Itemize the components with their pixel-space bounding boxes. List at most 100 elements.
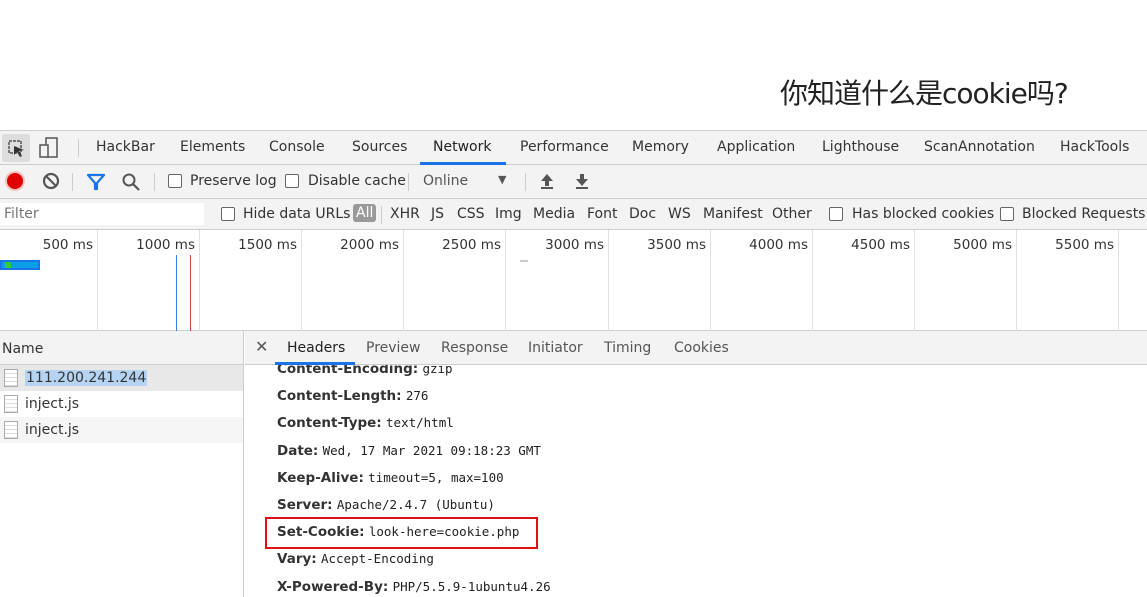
header-value: Accept-Encoding (320, 551, 434, 566)
timeline-tick-label: 3500 ms (647, 237, 706, 253)
detail-tab-response[interactable]: Response (441, 340, 508, 356)
file-icon (4, 395, 18, 413)
detail-tab-cookies[interactable]: Cookies (674, 340, 729, 356)
blocked-requests-checkbox[interactable] (1000, 207, 1014, 221)
name-column-header[interactable]: Name (0, 331, 243, 365)
header-value: Wed, 17 Mar 2021 09:18:23 GMT (322, 443, 541, 458)
tab-performance[interactable]: Performance (520, 139, 609, 155)
tab-scanannotation[interactable]: ScanAnnotation (924, 139, 1035, 155)
timeline-tick-label: 3000 ms (545, 237, 604, 253)
timeline-tick-label: 500 ms (42, 237, 93, 253)
response-header-row: Server: Apache/2.4.7 (Ubuntu) (277, 497, 495, 513)
header-name: Content-Length: (277, 388, 402, 404)
request-name: 111.200.241.244 (25, 370, 148, 386)
header-name: Vary: (277, 551, 317, 567)
header-name: Date: (277, 443, 319, 459)
hide-data-urls-label: Hide data URLs (243, 206, 351, 222)
filter-type-other[interactable]: Other (772, 206, 812, 222)
highlight-box (265, 517, 538, 549)
hide-data-urls-checkbox[interactable] (221, 207, 235, 221)
timeline-gridline (1118, 230, 1119, 331)
filter-icon[interactable] (86, 173, 106, 195)
tab-elements[interactable]: Elements (180, 139, 245, 155)
file-icon (4, 369, 18, 387)
tab-application[interactable]: Application (717, 139, 795, 155)
filter-type-xhr[interactable]: XHR (390, 206, 420, 222)
filter-type-all[interactable]: All (353, 204, 377, 222)
timeline-gridline (199, 230, 200, 331)
detail-tab-headers[interactable]: Headers (287, 340, 345, 356)
network-overview-timeline[interactable]: 500 ms 1000 ms 1500 ms 2000 ms 2500 ms 3000 m… (0, 230, 1147, 331)
filter-type-js[interactable]: JS (431, 206, 444, 222)
request-name: inject.js (25, 396, 80, 412)
blocked-requests-label: Blocked Requests (1022, 206, 1146, 222)
filter-type-img[interactable]: Img (495, 206, 522, 222)
devtools-tab-bar: HackBar Elements Console Sources Network Perf… (0, 130, 1147, 165)
header-value: PHP/5.5.9-1ubuntu4.26 (392, 579, 551, 594)
disable-cache-checkbox[interactable] (285, 174, 299, 188)
tab-console[interactable]: Console (269, 139, 325, 155)
response-header-row: X-Powered-By: PHP/5.5.9-1ubuntu4.26 (277, 579, 551, 595)
divider (381, 206, 382, 224)
detail-tab-preview[interactable]: Preview (366, 340, 421, 356)
has-blocked-cookies-checkbox[interactable] (829, 207, 843, 221)
request-list: Name 111.200.241.244 inject.js inject.js (0, 331, 244, 597)
filter-type-ws[interactable]: WS (668, 206, 691, 222)
request-bar (0, 260, 40, 270)
response-header-row: Vary: Accept-Encoding (277, 551, 434, 567)
filter-bar: Hide data URLs All XHR JS CSS Img Media Font Do… (0, 199, 1147, 230)
header-value: 276 (405, 388, 429, 403)
header-value: Apache/2.4.7 (Ubuntu) (336, 497, 495, 512)
request-row[interactable]: 111.200.241.244 (0, 365, 243, 391)
timeline-gridline (812, 230, 813, 331)
file-icon (4, 421, 18, 439)
tab-hackbar[interactable]: HackBar (96, 139, 155, 155)
load-line (190, 255, 191, 331)
timeline-tick-label: 1500 ms (238, 237, 297, 253)
tab-hacktools[interactable]: HackTools (1060, 139, 1129, 155)
timeline-tick-label: 2500 ms (442, 237, 501, 253)
response-header-row: Date: Wed, 17 Mar 2021 09:18:23 GMT (277, 443, 541, 459)
tab-memory[interactable]: Memory (632, 139, 689, 155)
export-har-icon[interactable] (574, 172, 590, 194)
timeline-gridline (505, 230, 506, 331)
record-button[interactable] (7, 173, 23, 189)
filter-type-css[interactable]: CSS (457, 206, 485, 222)
detail-tab-initiator[interactable]: Initiator (528, 340, 583, 356)
header-name: Content-Type: (277, 415, 382, 431)
detail-tab-timing[interactable]: Timing (604, 340, 651, 356)
tab-sources[interactable]: Sources (352, 139, 407, 155)
throttling-select[interactable]: Online ▼ (418, 170, 513, 194)
timeline-gridline (97, 230, 98, 331)
close-icon[interactable]: ✕ (255, 337, 268, 356)
filter-type-doc[interactable]: Doc (629, 206, 656, 222)
clear-button[interactable] (42, 172, 60, 194)
response-header-row: Content-Length: 276 (277, 388, 428, 404)
page-heading: 你知道什么是cookie吗? (780, 77, 1069, 110)
throttling-value: Online (423, 173, 469, 189)
header-name: X-Powered-By: (277, 579, 389, 595)
request-row[interactable]: inject.js (0, 417, 243, 443)
tab-lighthouse[interactable]: Lighthouse (822, 139, 899, 155)
timeline-gridline (1016, 230, 1017, 331)
import-har-icon[interactable] (539, 172, 555, 194)
filter-type-font[interactable]: Font (587, 206, 617, 222)
search-icon[interactable] (121, 172, 141, 196)
timeline-tick-label: 1000 ms (136, 237, 195, 253)
preserve-log-checkbox[interactable] (168, 174, 182, 188)
response-header-row: Content-Type: text/html (277, 415, 454, 431)
request-row[interactable]: inject.js (0, 391, 243, 417)
filter-type-manifest[interactable]: Manifest (703, 206, 763, 222)
response-header-row: Keep-Alive: timeout=5, max=100 (277, 470, 504, 486)
timeline-gridline (608, 230, 609, 331)
timeline-gridline (301, 230, 302, 331)
dom-content-loaded-line (176, 255, 177, 331)
header-name: Server: (277, 497, 333, 513)
filter-input[interactable] (0, 203, 204, 225)
filter-type-media[interactable]: Media (533, 206, 575, 222)
request-name: inject.js (25, 422, 80, 438)
timeline-tick-label: 5000 ms (953, 237, 1012, 253)
inspect-element-button[interactable] (2, 134, 30, 162)
device-toolbar-button[interactable] (38, 136, 60, 164)
tab-network[interactable]: Network (433, 139, 491, 155)
